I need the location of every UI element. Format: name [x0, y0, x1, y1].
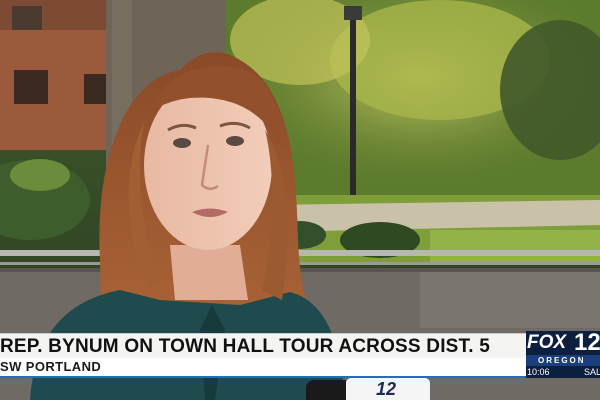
microphone-flag: 12 [346, 378, 430, 400]
region-label: OREGON [526, 355, 600, 366]
time-readout: 10:06 [527, 367, 550, 377]
chyron-headline-bar: REP. BYNUM ON TOWN HALL TOUR ACROSS DIST… [0, 333, 526, 359]
weather-readout: SAL [584, 367, 600, 377]
left-eye [173, 138, 191, 148]
house-window [14, 70, 48, 104]
right-eye [226, 136, 244, 146]
microphone-foam [306, 380, 346, 400]
chyron-headline: REP. BYNUM ON TOWN HALL TOUR ACROSS DIST… [0, 336, 490, 357]
microphone-flag-label: 12 [376, 379, 397, 399]
railing [0, 250, 600, 256]
chyron-subline-bar: SW PORTLAND [0, 358, 526, 376]
station-bug: FOX 12 OREGON 10:06 SAL [526, 329, 600, 378]
video-frame: REP. BYNUM ON TOWN HALL TOUR ACROSS DIST… [0, 0, 600, 400]
chyron-accent-rule [0, 376, 526, 378]
chyron-location: SW PORTLAND [0, 359, 102, 374]
channel-number: 12 [574, 329, 600, 356]
network-logo: FOX [527, 332, 567, 353]
